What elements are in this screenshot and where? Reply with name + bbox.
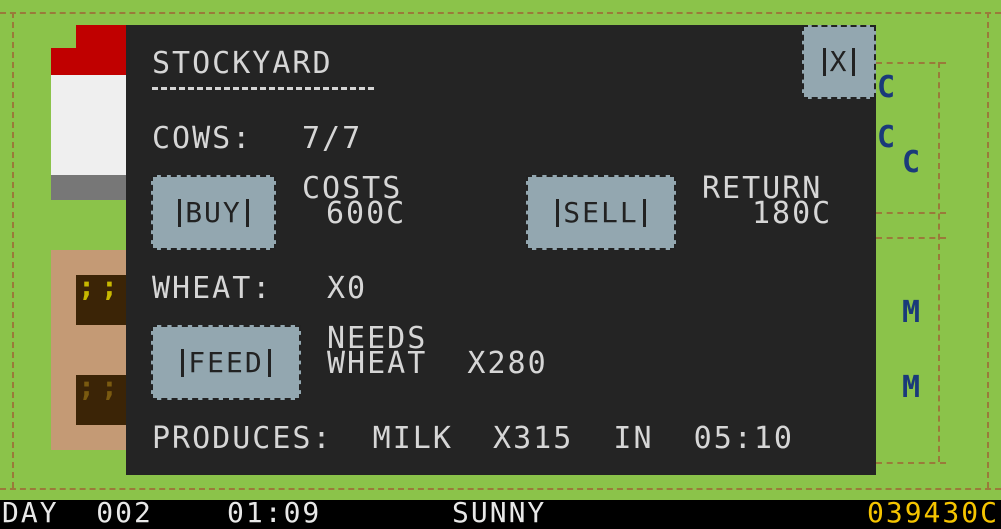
buy-button[interactable]: BUY: [151, 175, 276, 250]
costs-value: 600C: [326, 196, 407, 231]
barn-roof-lower: [51, 48, 128, 75]
status-bar: DAY 002 01:09 SUNNY 039430C: [0, 496, 1001, 529]
cow-marker[interactable]: C: [902, 148, 920, 178]
needs-value: WHEAT X280: [327, 346, 548, 381]
crop-symbol: ;;: [78, 370, 124, 403]
feed-button[interactable]: FEED: [151, 325, 301, 400]
cows-count: 7/7: [302, 121, 363, 156]
pen-fence-side: [938, 62, 940, 462]
clock: 01:09: [227, 496, 322, 529]
pen-fence-mid2: [876, 237, 946, 239]
cow-marker[interactable]: C: [877, 123, 895, 153]
cows-label: COWS:: [152, 121, 253, 156]
fence-right: [987, 12, 989, 488]
milk-marker[interactable]: M: [902, 373, 920, 403]
pen-fence-top: [876, 62, 946, 64]
sell-button[interactable]: SELL: [526, 175, 676, 250]
day-counter: DAY 002: [2, 496, 153, 529]
cow-marker[interactable]: C: [877, 73, 895, 103]
fence-bottom: [0, 488, 1001, 490]
stockyard-dialog: STOCKYARD X COWS: 7/7 BUY COSTS 600C SEL…: [126, 25, 876, 475]
barn-wall[interactable]: [51, 75, 128, 175]
crop-symbol: ;;: [78, 270, 124, 303]
wheat-count: X0: [327, 271, 368, 306]
pen-fence-mid1: [876, 212, 946, 214]
barn-base: [51, 175, 128, 200]
return-value: 180C: [752, 196, 833, 231]
crop-tile[interactable]: ;;: [76, 270, 126, 325]
wheat-label: WHEAT:: [152, 271, 273, 306]
milk-marker[interactable]: M: [902, 298, 920, 328]
crop-tile[interactable]: ;;: [76, 370, 126, 425]
fence-top: [0, 12, 1001, 14]
produces-info: PRODUCES: MILK X315 IN 05:10: [152, 421, 794, 456]
pen-fence-bottom: [876, 462, 946, 464]
close-icon: X: [822, 48, 856, 76]
weather: SUNNY: [452, 496, 547, 529]
close-button[interactable]: X: [802, 25, 876, 99]
dialog-title: STOCKYARD: [152, 46, 333, 81]
fence-left: [12, 12, 14, 488]
money-balance: 039430C: [866, 496, 999, 529]
title-underline: [152, 87, 374, 90]
